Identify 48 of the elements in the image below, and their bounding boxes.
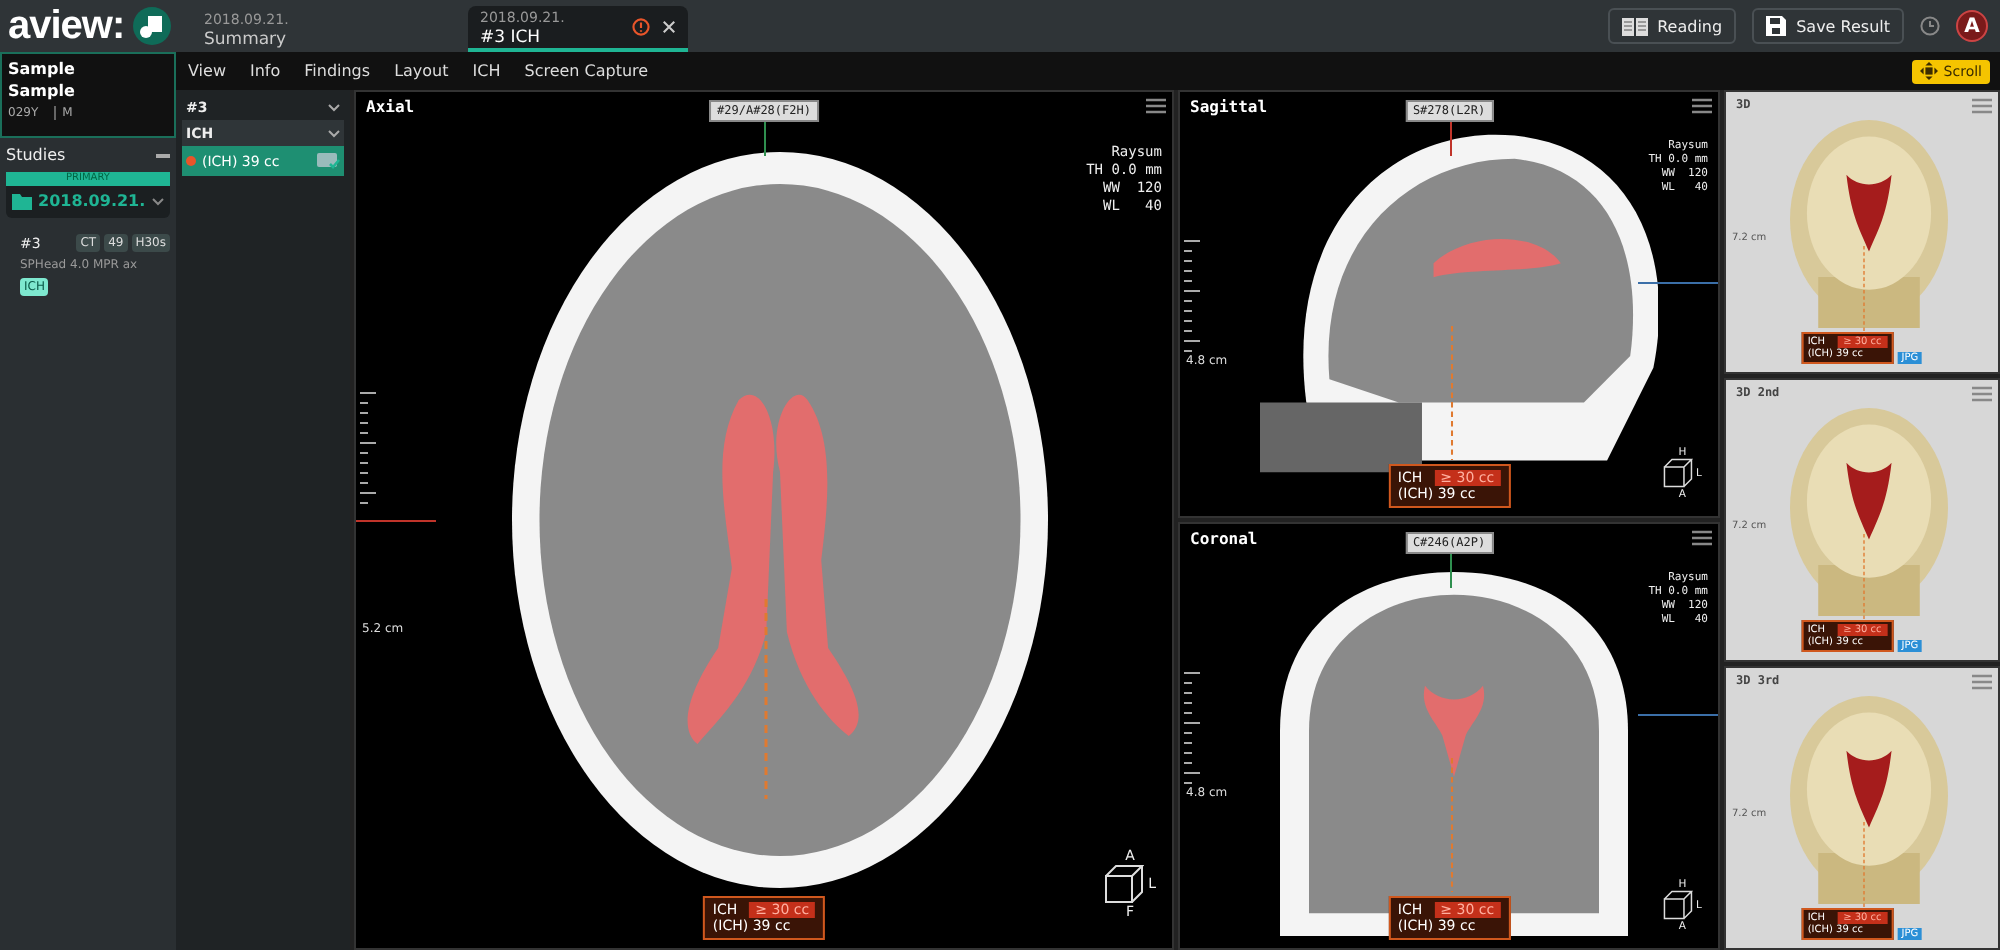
orientation-cube-icon <box>1663 890 1694 920</box>
tab-label: Summary <box>204 29 289 49</box>
book-icon <box>1621 16 1648 36</box>
orientation-cube-icon <box>1104 864 1145 904</box>
image-check-icon <box>316 152 340 170</box>
menu-item[interactable]: Findings <box>304 62 371 80</box>
chevron-down-icon <box>328 129 340 137</box>
menu-icon <box>1692 530 1712 546</box>
leader-line <box>1862 246 1866 336</box>
leader-line <box>1862 534 1866 624</box>
save-result-button[interactable]: Save Result <box>1752 8 1904 44</box>
close-icon <box>662 20 676 34</box>
menu-icon <box>1146 98 1166 114</box>
studies-title: Studies <box>6 146 66 164</box>
orientation-cube-icon <box>1663 458 1694 488</box>
menu-item[interactable]: Screen Capture <box>524 62 649 80</box>
study-date: 2018.09.21. <box>38 192 146 210</box>
menu-item[interactable]: Info <box>249 62 281 80</box>
menu-item[interactable]: View <box>188 62 226 80</box>
menu-icon <box>1972 98 1992 114</box>
alert-icon <box>632 18 650 36</box>
leader-line <box>1449 757 1453 893</box>
patient-name: Sample <box>8 58 77 80</box>
app-icon <box>132 6 173 46</box>
move-icon <box>1919 62 1938 80</box>
menu-icon <box>1692 98 1712 114</box>
menu-icon <box>1972 386 1992 402</box>
user-avatar[interactable]: A <box>1956 10 1988 42</box>
reading-button[interactable]: Reading <box>1607 8 1737 44</box>
leader-line <box>1449 325 1453 461</box>
menu-item[interactable]: ICH <box>472 62 501 80</box>
crosshair-line <box>1638 282 1718 285</box>
patient-name: Sample <box>8 80 77 102</box>
folder-icon <box>12 193 32 209</box>
menu-icon <box>1972 674 1992 690</box>
tab-label: #3 ICH <box>480 27 543 47</box>
save-icon <box>1766 16 1787 36</box>
chevron-down-icon <box>328 103 340 111</box>
crosshair-line <box>356 520 436 522</box>
viewport-title: Axial <box>366 98 415 116</box>
leader-line <box>1862 822 1866 912</box>
crosshair-line <box>1638 714 1718 717</box>
chevron-down-icon <box>152 197 164 205</box>
menu-item[interactable]: Layout <box>394 62 449 80</box>
viewport-title: Sagittal <box>1190 98 1268 116</box>
app-logo: aview: <box>8 3 125 49</box>
viewport-title: Coronal <box>1190 530 1258 548</box>
clock-icon <box>1920 16 1940 36</box>
